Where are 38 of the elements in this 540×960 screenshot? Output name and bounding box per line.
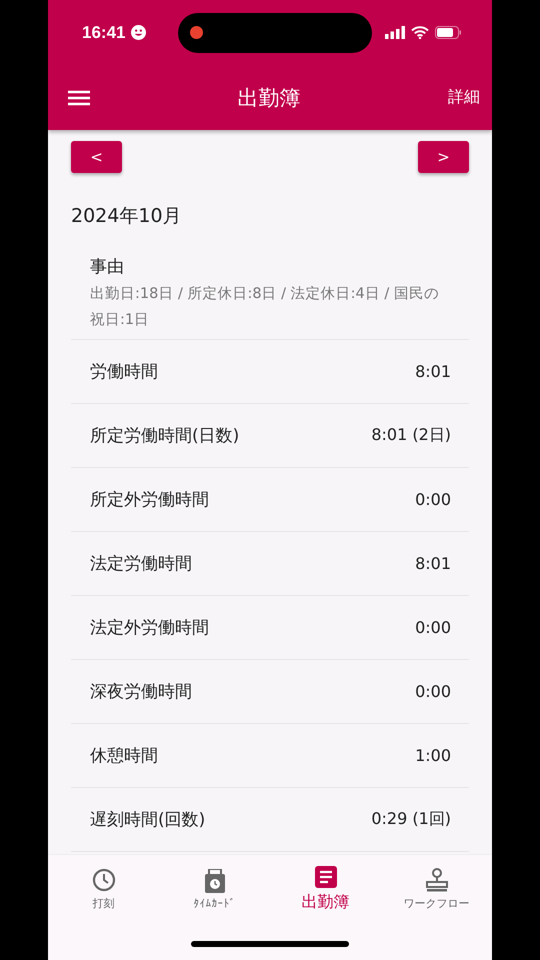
row-label: 所定外労働時間 xyxy=(90,489,209,511)
stamp-icon xyxy=(426,868,448,892)
document-icon xyxy=(314,866,336,888)
next-month-button[interactable]: > xyxy=(418,141,469,173)
row-value: 8:01 xyxy=(415,362,451,381)
row-value: 0:00 xyxy=(415,618,451,637)
status-time: 16:41 xyxy=(82,22,126,42)
timer-card-icon xyxy=(204,868,226,892)
row-value: 8:01 (2日) xyxy=(371,425,451,446)
month-title: 2024年10月 xyxy=(71,204,183,229)
row-label: 労働時間 xyxy=(90,361,158,383)
row-value: 0:29 (1回) xyxy=(371,809,451,830)
clock-icon xyxy=(92,868,116,892)
app-title: 出勤簿 xyxy=(238,84,300,112)
reason-label: 事由 xyxy=(90,256,125,278)
row-label: 法定労働時間 xyxy=(90,553,192,575)
smiley-icon xyxy=(131,25,146,40)
row-value: 0:00 xyxy=(415,682,451,701)
signal-icon xyxy=(385,26,405,39)
row-label: 深夜労働時間 xyxy=(90,681,192,703)
row-label: 休憩時間 xyxy=(90,745,158,767)
nav-tab[interactable]: ﾀｲﾑｶｰﾄﾞ xyxy=(159,863,270,915)
row-value: 8:01 xyxy=(415,554,451,573)
row-value: 0:00 xyxy=(415,490,451,509)
nav-tab[interactable]: ワークフロー xyxy=(381,863,492,915)
nav-tab[interactable]: 打刻 xyxy=(48,863,159,915)
battery-icon xyxy=(435,26,462,39)
nav-tab[interactable]: 出勤簿 xyxy=(270,863,381,915)
details-button[interactable]: 詳細 xyxy=(448,87,480,108)
menu-icon[interactable] xyxy=(68,90,90,106)
row-label: 法定外労働時間 xyxy=(90,617,209,639)
row-label: 所定労働時間(日数) xyxy=(90,425,240,447)
reason-detail: 出勤日:18日 / 所定休日:8日 / 法定休日:4日 / 国民の祝日:1日 xyxy=(90,284,440,330)
previous-month-button[interactable]: < xyxy=(71,141,122,173)
row-value: 1:00 xyxy=(415,746,451,765)
recording-dot-icon xyxy=(190,26,204,39)
row-label: 遅刻時間(回数) xyxy=(90,809,206,831)
wifi-icon xyxy=(411,26,429,39)
